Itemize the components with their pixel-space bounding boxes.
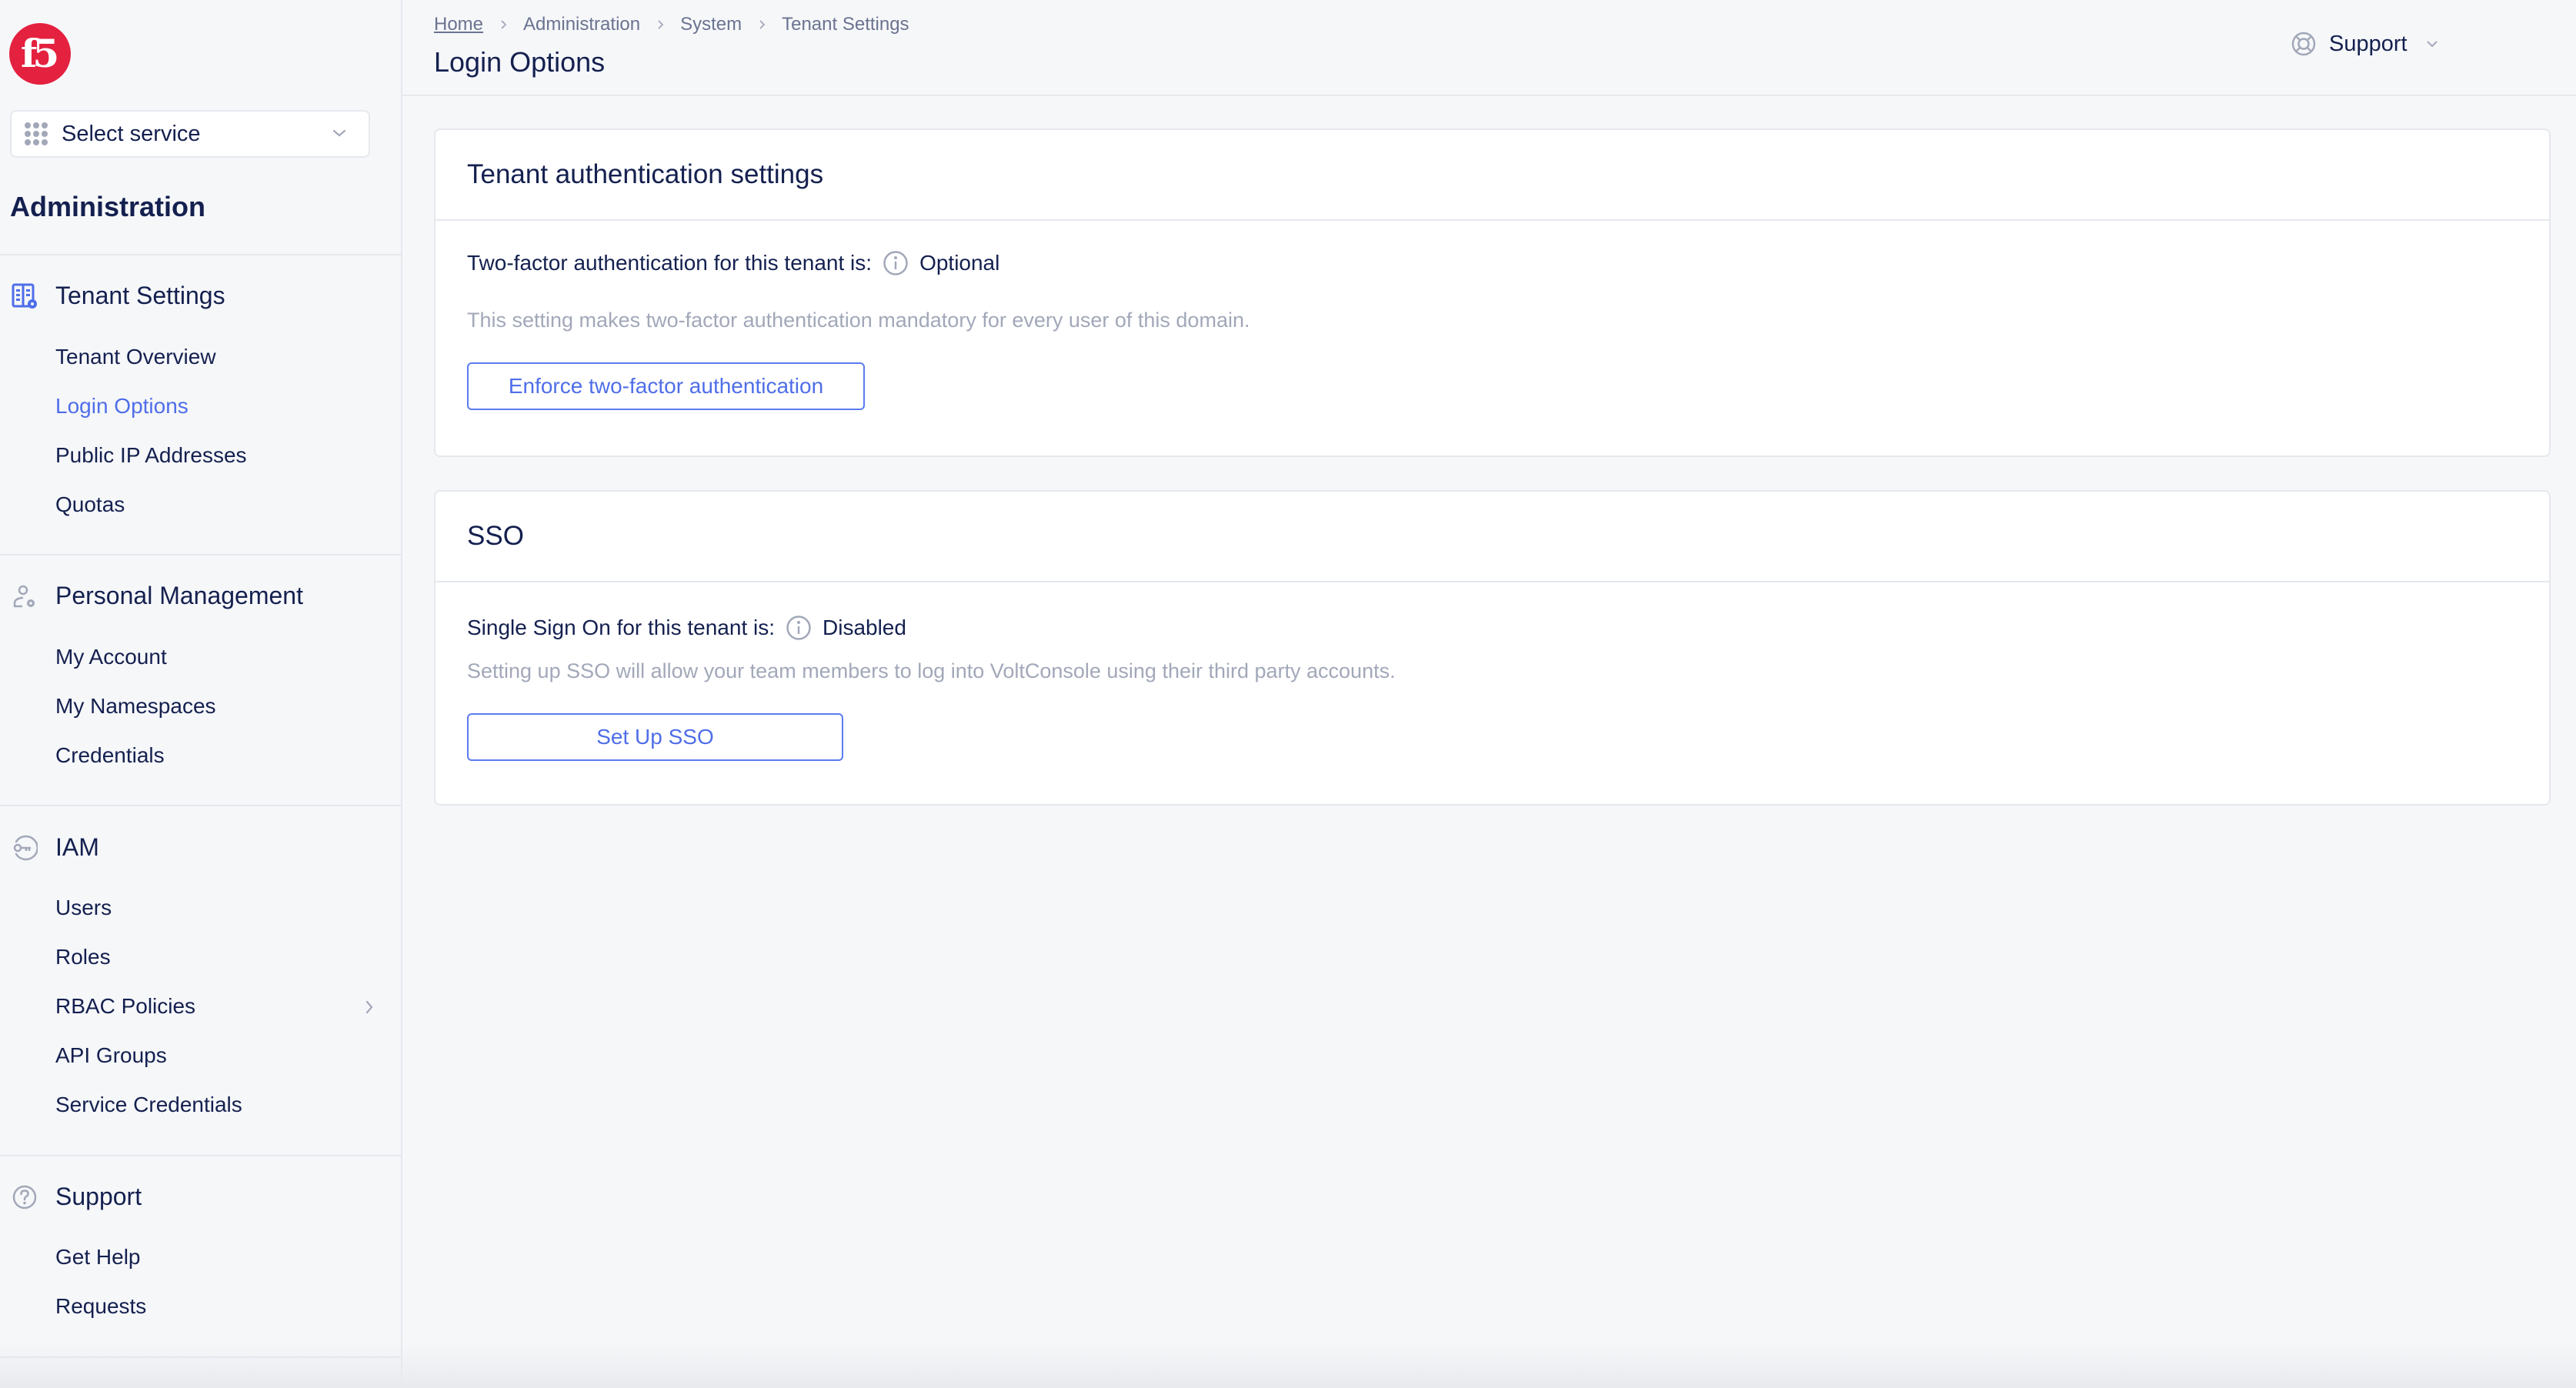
top-bar: Home Administration System Tenant Settin… [402, 0, 2576, 96]
sidebar-item-public-ip-addresses[interactable]: Public IP Addresses [55, 443, 247, 468]
support-menu-button[interactable]: Support [2291, 31, 2440, 57]
sidebar-item-api-groups[interactable]: API Groups [55, 1043, 167, 1068]
sidebar-section-iam[interactable]: IAM [12, 833, 99, 862]
section-title: Personal Management [55, 582, 303, 609]
card-title: SSO [467, 521, 524, 551]
sidebar-item-requests[interactable]: Requests [55, 1294, 146, 1319]
sidebar-item-login-options[interactable]: Login Options [55, 394, 189, 419]
sidebar-divider [0, 1155, 401, 1156]
card-title: Tenant authentication settings [467, 159, 824, 189]
sidebar-divider [0, 1356, 401, 1358]
select-service-label: Select service [62, 121, 201, 146]
sidebar-item-users[interactable]: Users [55, 896, 112, 920]
page-title: Login Options [434, 46, 606, 78]
sso-status-row: Single Sign On for this tenant is: Disab… [467, 615, 906, 641]
sidebar-item-rbac-policies[interactable]: RBAC Policies [55, 994, 195, 1019]
card-header: SSO [435, 492, 2549, 582]
sso-card: SSO Single Sign On for this tenant is: D… [434, 490, 2551, 806]
breadcrumb: Home Administration System Tenant Settin… [434, 14, 909, 35]
section-title: IAM [55, 833, 99, 861]
info-icon[interactable] [883, 250, 909, 276]
section-title: Support [55, 1183, 142, 1210]
chevron-right-icon[interactable] [360, 998, 379, 1016]
breadcrumb-system[interactable]: System [680, 14, 742, 35]
sso-status-value: Disabled [823, 616, 906, 639]
two-factor-status-value: Optional [919, 251, 1000, 275]
chevron-down-icon [332, 129, 346, 137]
chevron-down-icon [2426, 41, 2438, 48]
sidebar-item-service-credentials[interactable]: Service Credentials [55, 1093, 242, 1117]
two-factor-description: This setting makes two-factor authentica… [467, 309, 1250, 332]
sso-status-label: Single Sign On for this tenant is: [467, 616, 775, 639]
sidebar-item-get-help[interactable]: Get Help [55, 1245, 141, 1270]
section-title: Tenant Settings [55, 282, 225, 309]
set-up-sso-button[interactable]: Set Up SSO [467, 713, 843, 761]
support-menu-label: Support [2329, 31, 2407, 56]
card-header: Tenant authentication settings [435, 130, 2549, 221]
two-factor-status-label: Two-factor authentication for this tenan… [467, 251, 873, 275]
lifebuoy-icon [2291, 32, 2316, 56]
sidebar-section-support[interactable]: Support [12, 1183, 142, 1211]
sidebar-divider [0, 805, 401, 806]
logo-text: f5 [20, 30, 59, 76]
sidebar-section-tenant-settings[interactable]: Tenant Settings [12, 282, 225, 310]
breadcrumb-tenant-settings[interactable]: Tenant Settings [782, 14, 909, 35]
enforce-two-factor-button[interactable]: Enforce two-factor authentication [467, 362, 865, 410]
sidebar-item-tenant-overview[interactable]: Tenant Overview [55, 345, 216, 369]
chevron-right-icon [654, 18, 666, 31]
key-circle-icon [12, 835, 38, 861]
chevron-right-icon [756, 18, 768, 31]
sidebar-divider [0, 254, 401, 255]
sidebar-divider [0, 554, 401, 556]
sidebar-item-credentials[interactable]: Credentials [55, 743, 165, 768]
grid-dots-icon [25, 122, 48, 145]
user-gear-icon [12, 583, 38, 609]
info-icon[interactable] [786, 615, 812, 641]
building-gear-icon [12, 283, 38, 309]
select-service-dropdown[interactable]: Select service [10, 110, 370, 158]
sidebar-section-personal-management[interactable]: Personal Management [12, 582, 303, 610]
sidebar-item-my-namespaces[interactable]: My Namespaces [55, 694, 216, 719]
sidebar: f5 Select service Administration Tenant … [0, 0, 402, 1388]
two-factor-status-row: Two-factor authentication for this tenan… [467, 250, 999, 276]
tenant-auth-settings-card: Tenant authentication settings Two-facto… [434, 128, 2551, 457]
sso-description: Setting up SSO will allow your team memb… [467, 659, 1396, 682]
sidebar-app-title: Administration [10, 191, 206, 222]
breadcrumb-home[interactable]: Home [434, 14, 483, 35]
breadcrumb-administration[interactable]: Administration [523, 14, 640, 35]
sidebar-item-my-account[interactable]: My Account [55, 645, 167, 669]
sidebar-item-roles[interactable]: Roles [55, 945, 111, 969]
question-circle-icon [12, 1184, 38, 1210]
chevron-right-icon [497, 18, 509, 31]
sidebar-item-quotas[interactable]: Quotas [55, 492, 125, 517]
f5-logo[interactable]: f5 [9, 23, 71, 85]
